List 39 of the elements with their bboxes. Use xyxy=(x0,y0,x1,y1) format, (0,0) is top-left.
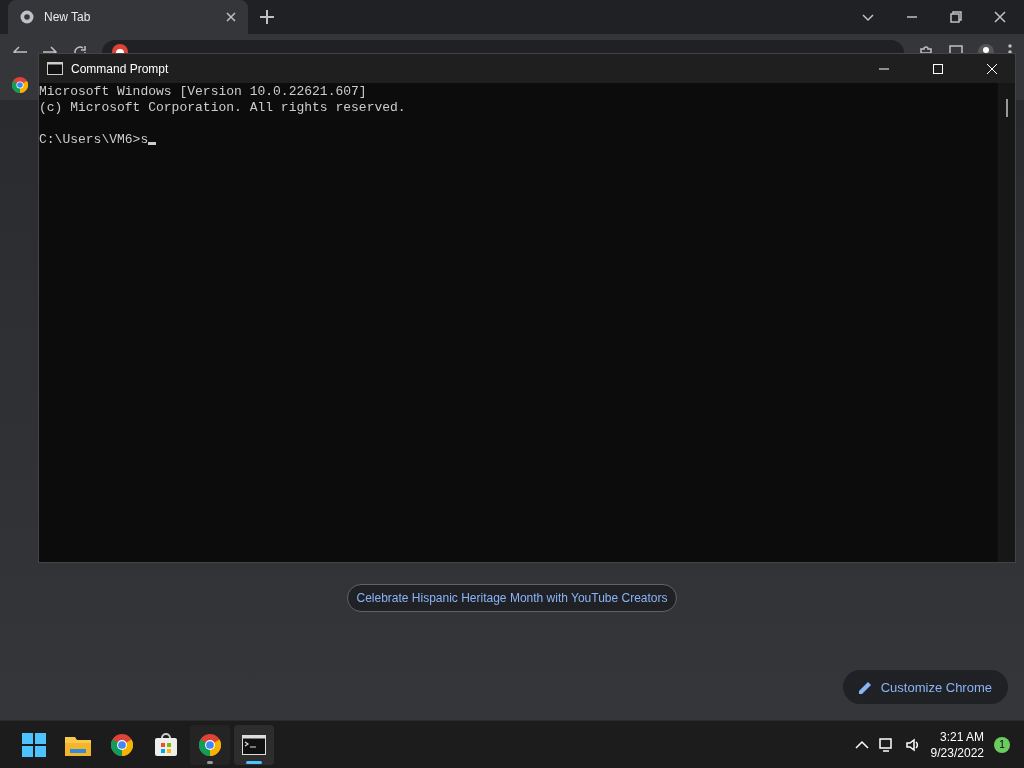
maximize-icon xyxy=(933,63,943,74)
chrome-icon xyxy=(111,733,133,756)
more-menu-icon[interactable] xyxy=(1008,44,1012,53)
forward-arrow-icon[interactable] xyxy=(42,44,58,53)
reload-icon[interactable] xyxy=(72,44,88,53)
pencil-icon xyxy=(858,680,873,694)
terminal-icon xyxy=(242,734,266,755)
browser-tab[interactable]: New Tab xyxy=(8,0,248,34)
sidebar-icon[interactable] xyxy=(948,44,964,53)
tab-title: New Tab xyxy=(44,10,91,24)
google-logo-icon xyxy=(12,77,28,93)
plus-icon[interactable] xyxy=(260,10,274,24)
promo-link[interactable]: Celebrate Hispanic Heritage Month with YouTube Creators xyxy=(347,584,677,612)
notification-badge[interactable]: 1 xyxy=(994,736,1010,753)
clock-date: 9/23/2022 xyxy=(930,744,984,761)
close-icon[interactable] xyxy=(994,11,1006,23)
console-line: (c) Microsoft Corporation. All rights reserved. xyxy=(39,100,407,116)
close-icon xyxy=(987,63,997,74)
window-title: Command Prompt xyxy=(71,61,169,76)
chrome-logo-icon xyxy=(20,10,34,24)
taskbar-app[interactable] xyxy=(234,724,274,765)
console-line: Microsoft Windows [Version 10.0.22621.607] xyxy=(39,84,368,100)
windows-logo-icon xyxy=(22,732,46,757)
speaker-icon[interactable] xyxy=(904,736,921,753)
scrollbar-thumb[interactable] xyxy=(1005,99,1008,117)
store-bag-icon xyxy=(154,732,178,757)
taskbar-app[interactable] xyxy=(190,724,230,765)
google-logo-icon xyxy=(112,44,128,53)
back-arrow-icon[interactable] xyxy=(12,44,28,53)
chrome-icon xyxy=(199,733,221,756)
chevron-down-icon[interactable] xyxy=(862,11,874,23)
customize-button[interactable]: Customize Chrome xyxy=(842,670,1008,704)
clock-time: 3:21 AM xyxy=(939,728,984,745)
terminal-icon xyxy=(47,62,63,75)
puzzle-icon[interactable] xyxy=(918,44,934,53)
text-cursor xyxy=(148,142,157,145)
console-line: C:\Users\VM6>s xyxy=(39,132,998,148)
close-icon[interactable] xyxy=(226,12,236,22)
restore-icon[interactable] xyxy=(950,11,962,23)
